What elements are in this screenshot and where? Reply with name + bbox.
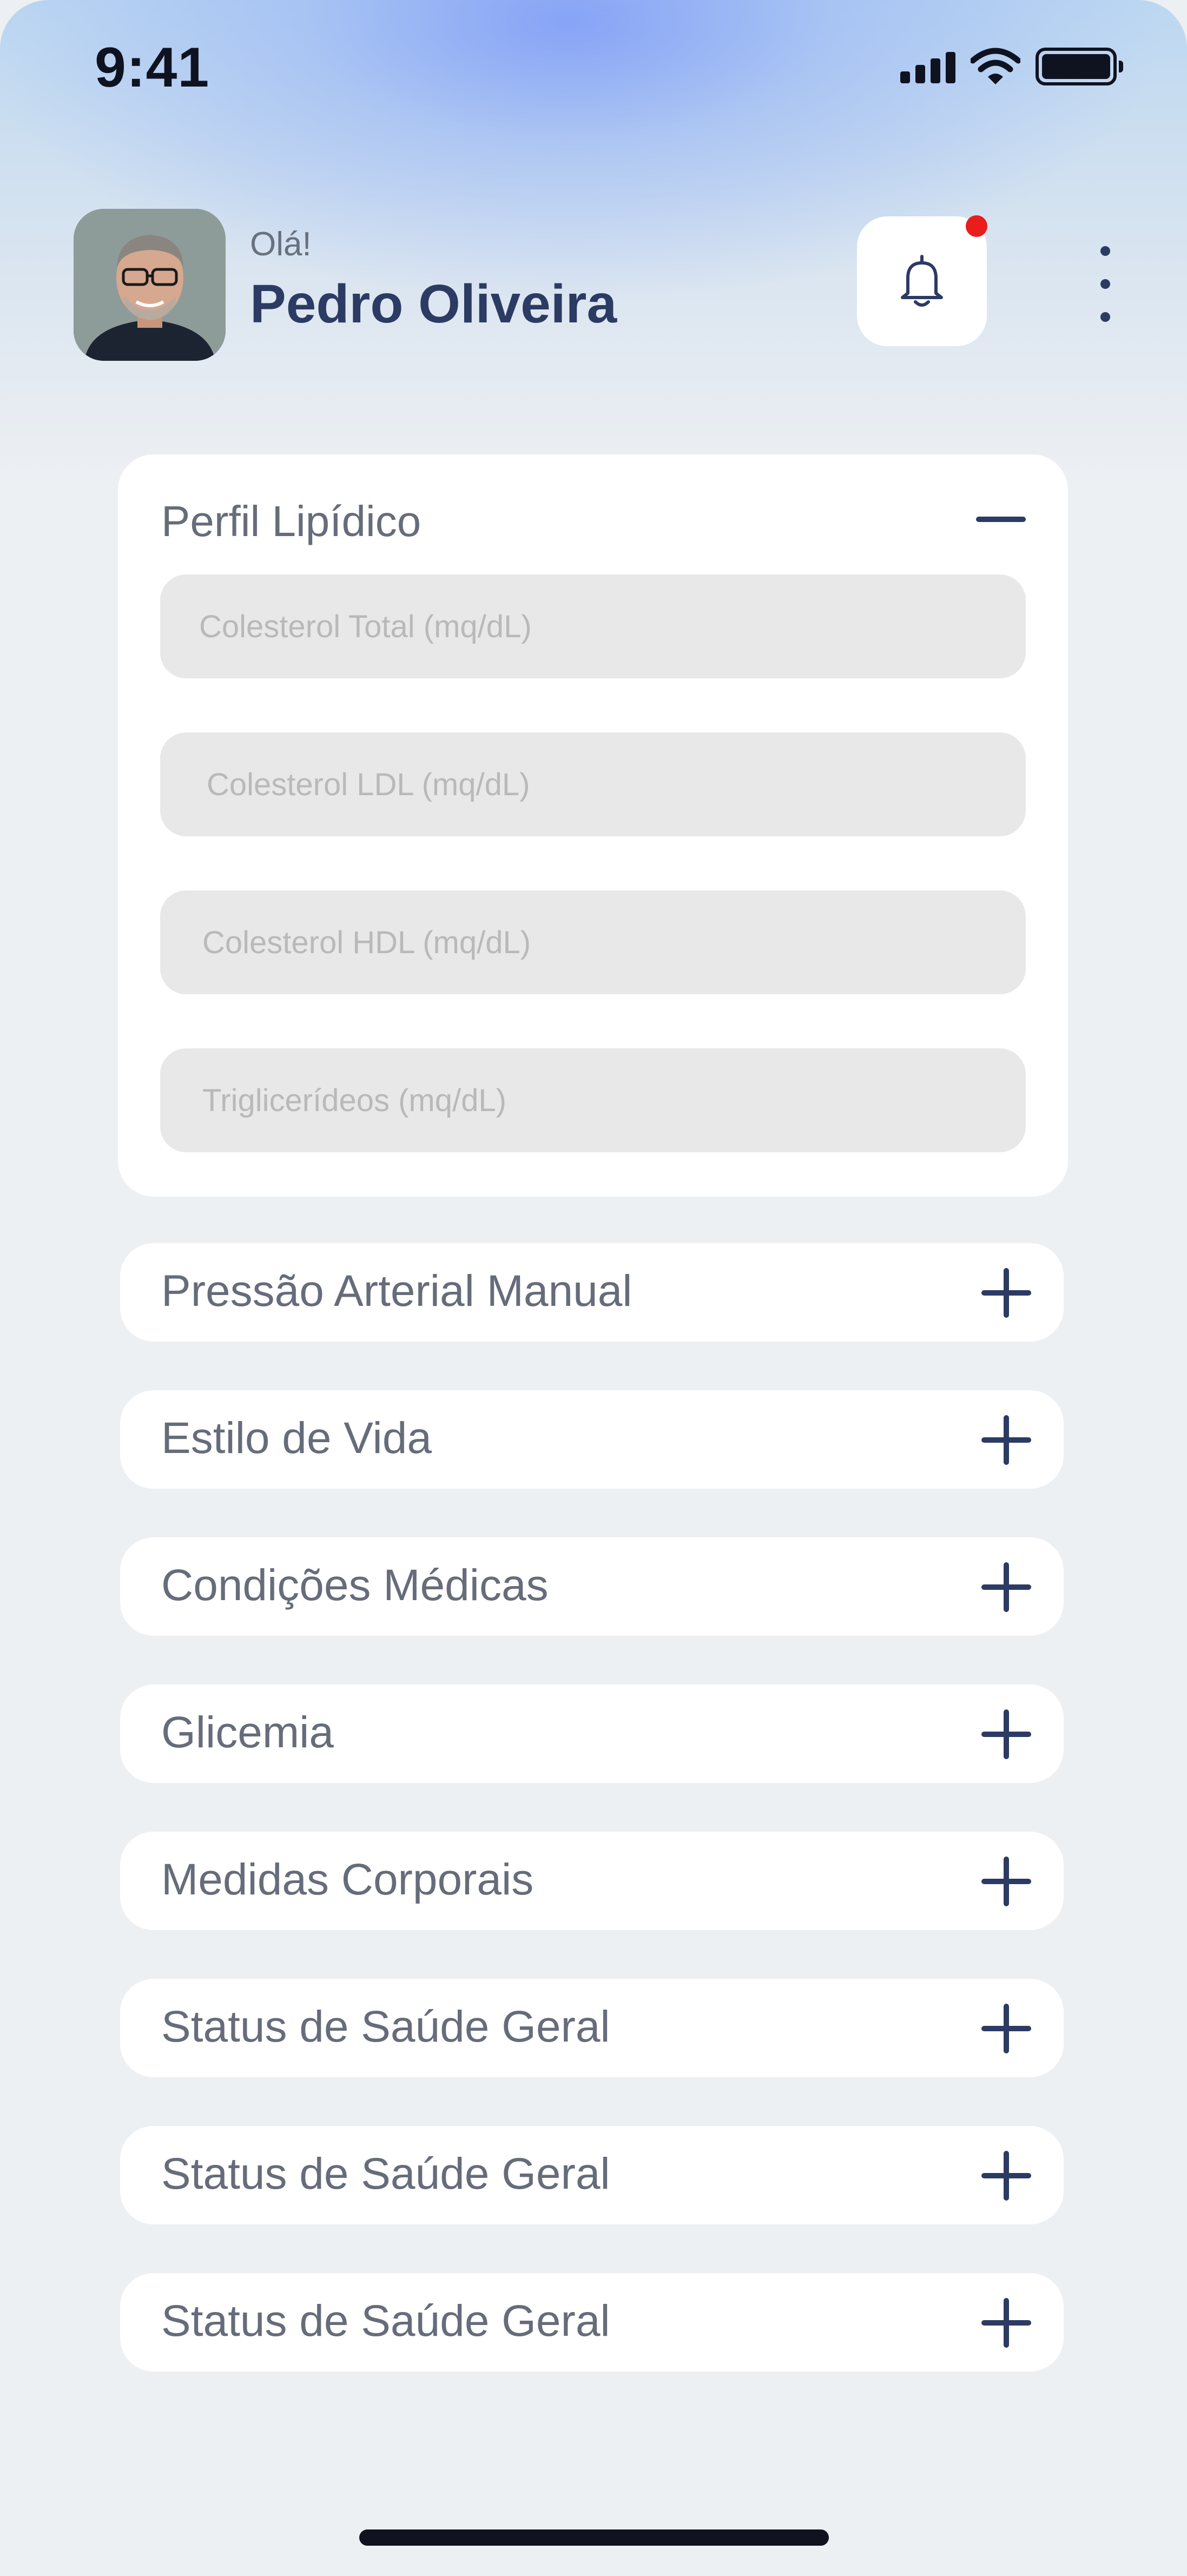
section-general-health-1[interactable]: Status de Saúde Geral	[120, 1979, 1064, 2077]
expand-icon[interactable]	[981, 1857, 1031, 1906]
expand-icon[interactable]	[981, 1415, 1031, 1465]
total-cholesterol-field[interactable]	[160, 574, 1026, 678]
expand-icon[interactable]	[981, 2004, 1031, 2053]
notifications-button[interactable]	[857, 216, 987, 346]
notification-badge	[966, 215, 987, 237]
section-glycemia[interactable]: Glicemia	[120, 1685, 1064, 1783]
user-photo-icon	[74, 209, 226, 361]
greeting-text: Olá!	[250, 226, 312, 263]
section-label: Status de Saúde Geral	[161, 2296, 610, 2346]
expand-icon[interactable]	[981, 2298, 1031, 2348]
status-time: 9:41	[95, 36, 210, 99]
home-indicator[interactable]	[359, 2529, 829, 2546]
section-label: Pressão Arterial Manual	[161, 1266, 632, 1316]
section-medical-conditions[interactable]: Condições Médicas	[120, 1537, 1064, 1636]
avatar[interactable]	[74, 209, 226, 361]
cellular-signal-icon	[900, 50, 955, 83]
hdl-cholesterol-field[interactable]	[160, 890, 1026, 994]
more-options-icon[interactable]	[1092, 246, 1119, 322]
expand-icon[interactable]	[981, 2151, 1031, 2201]
section-body-measurements[interactable]: Medidas Corporais	[120, 1832, 1064, 1930]
battery-icon	[1036, 48, 1123, 85]
section-label: Condições Médicas	[161, 1561, 549, 1610]
user-name: Pedro Oliveira	[250, 274, 617, 334]
section-lifestyle[interactable]: Estilo de Vida	[120, 1390, 1064, 1489]
expand-icon[interactable]	[981, 1268, 1031, 1318]
section-label: Status de Saúde Geral	[161, 2002, 610, 2051]
expand-icon[interactable]	[981, 1562, 1031, 1612]
lipid-profile-card: Perfil Lipídico	[118, 454, 1068, 1197]
section-label: Estilo de Vida	[161, 1414, 432, 1463]
section-label: Glicemia	[161, 1708, 334, 1757]
lipid-profile-title[interactable]: Perfil Lipídico	[161, 497, 421, 546]
section-label: Status de Saúde Geral	[161, 2149, 610, 2198]
section-blood-pressure[interactable]: Pressão Arterial Manual	[120, 1243, 1064, 1342]
expand-icon[interactable]	[981, 1709, 1031, 1759]
ldl-cholesterol-field[interactable]	[160, 732, 1026, 836]
bell-icon	[901, 255, 943, 307]
section-label: Medidas Corporais	[161, 1855, 534, 1904]
triglycerides-field[interactable]	[160, 1048, 1026, 1152]
collapse-icon[interactable]	[976, 517, 1026, 522]
section-general-health-3[interactable]: Status de Saúde Geral	[120, 2273, 1064, 2372]
wifi-icon	[971, 48, 1020, 84]
status-icons	[900, 48, 1123, 85]
section-general-health-2[interactable]: Status de Saúde Geral	[120, 2126, 1064, 2224]
app-screen: 9:41 Olá! Pedro Oliveira Perfil Lipídico…	[0, 0, 1187, 2576]
